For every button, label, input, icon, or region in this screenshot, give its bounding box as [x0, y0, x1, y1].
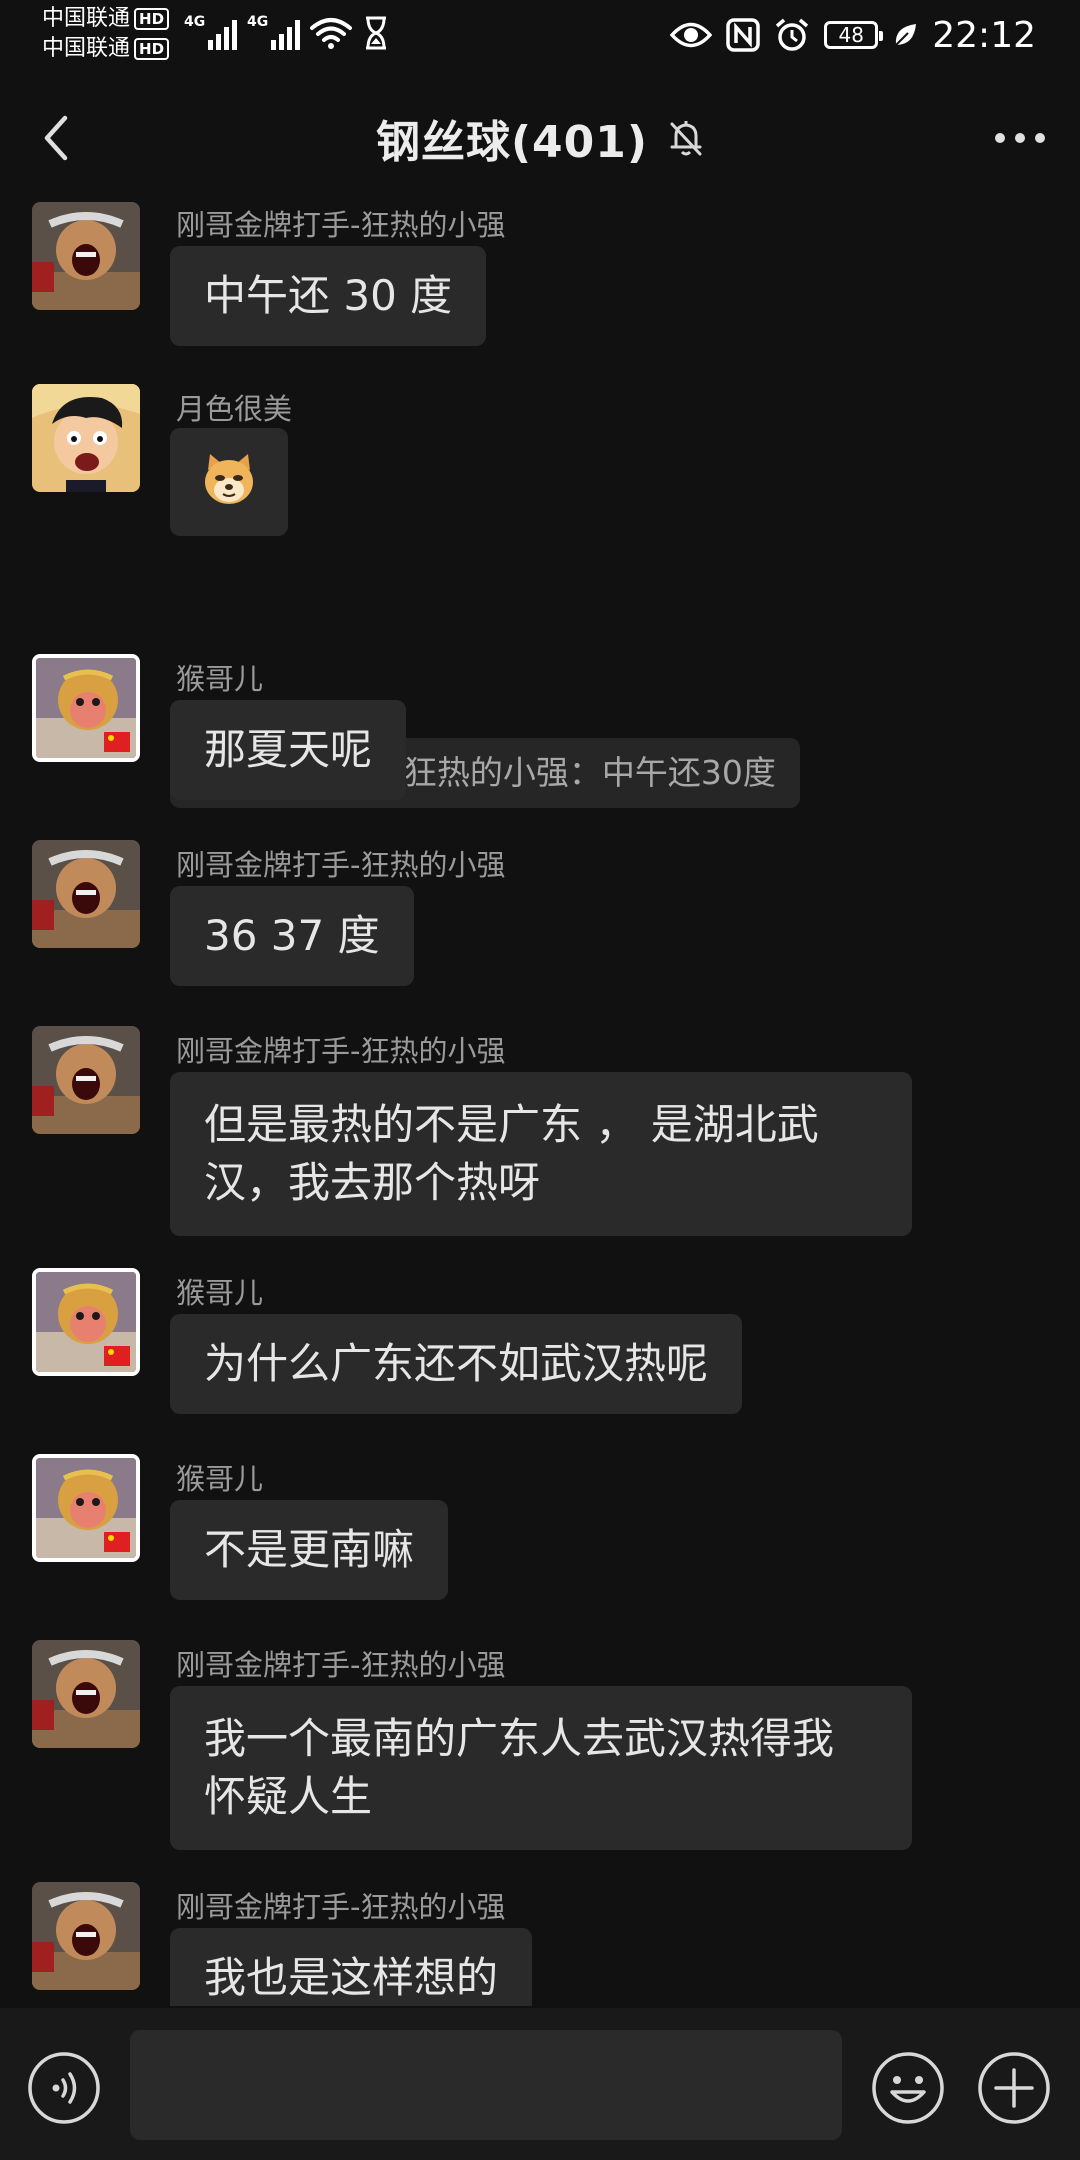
- sender-name: 猴哥儿: [176, 1462, 264, 1496]
- carrier-info: 中国联通 HD 中国联通 HD: [42, 4, 170, 64]
- message-bubble[interactable]: 36 37 度: [170, 886, 414, 986]
- carrier-2-label: 中国联通: [42, 36, 131, 61]
- network-2-label: 4G: [247, 14, 269, 30]
- hourglass-icon: [366, 16, 386, 50]
- message-text: 中午还 30 度: [204, 271, 453, 320]
- message-text-line: 我一个最南的广东人去武汉热得我: [204, 1714, 835, 1763]
- sender-name: 猴哥儿: [176, 662, 264, 696]
- voice-button[interactable]: [26, 2050, 102, 2126]
- signal-1-icon: 4G: [184, 14, 237, 50]
- message-bubble[interactable]: [170, 428, 288, 536]
- network-1-label: 4G: [184, 14, 206, 30]
- status-bar: 中国联通 HD 中国联通 HD 4G 4G 48 22:12: [0, 0, 1080, 64]
- message-text: 36 37 度: [204, 911, 380, 960]
- more-options-button[interactable]: [988, 106, 1052, 170]
- more-dots-icon: [995, 133, 1045, 143]
- message-text: 我也是这样想的: [204, 1953, 499, 2002]
- signal-indicators: 4G 4G: [184, 14, 390, 50]
- muscle-man-avatar[interactable]: [32, 1640, 140, 1748]
- more-functions-button[interactable]: [976, 2050, 1052, 2126]
- chat-title: 钢丝球(401): [375, 117, 649, 168]
- message-bubble[interactable]: 那夏天呢: [170, 700, 407, 800]
- muscle-man-avatar[interactable]: [32, 840, 140, 948]
- message-bubble[interactable]: 不是更南嘛: [170, 1500, 449, 1600]
- mute-bell-icon: [670, 121, 702, 156]
- signal-2-icon: 4G: [247, 14, 300, 50]
- muscle-man-avatar[interactable]: [32, 1026, 140, 1134]
- eye-icon: [670, 22, 713, 48]
- message-text-line: 但是最热的不是广东 ， 是湖北武: [204, 1100, 819, 1149]
- sender-name: 刚哥金牌打手-狂热的小强: [176, 1034, 506, 1068]
- message-bubble[interactable]: 为什么广东还不如武汉热呢: [170, 1314, 743, 1414]
- sender-name: 刚哥金牌打手-狂热的小强: [176, 848, 506, 882]
- emoji-button[interactable]: [870, 2050, 946, 2126]
- monkey-king-avatar[interactable]: [32, 1268, 140, 1376]
- luffy-avatar[interactable]: [32, 384, 140, 492]
- message-text-line: 怀疑人生: [204, 1772, 373, 1821]
- muscle-man-avatar[interactable]: [32, 1882, 140, 1990]
- wifi-icon: [310, 18, 352, 49]
- title-wrap: 钢丝球(401): [0, 96, 1080, 180]
- title-bar: 钢丝球(401): [0, 96, 1080, 180]
- message-text-line: 汉，我去那个热呀: [204, 1158, 541, 1207]
- sender-name: 月色很美: [176, 392, 293, 426]
- nfc-icon: [726, 18, 760, 52]
- voice-icon: [28, 2052, 100, 2124]
- sender-name: 猴哥儿: [176, 1276, 264, 1310]
- message-bubble[interactable]: 我一个最南的广东人去武汉热得我 怀疑人生: [170, 1686, 912, 1850]
- message-text: 为什么广东还不如武汉热呢: [204, 1339, 709, 1388]
- doge-emoji: [205, 454, 253, 504]
- message-text: 不是更南嘛: [204, 1525, 415, 1574]
- leaf-icon: [895, 24, 917, 46]
- sender-name: 刚哥金牌打手-狂热的小强: [176, 208, 506, 242]
- status-right-group: 48 22:12: [670, 10, 1036, 60]
- monkey-king-avatar[interactable]: [32, 654, 140, 762]
- emoji-face-icon: [872, 2052, 944, 2124]
- muscle-man-avatar[interactable]: [32, 202, 140, 310]
- monkey-king-avatar[interactable]: [32, 1454, 140, 1562]
- chat-screen: 中国联通 HD 中国联通 HD 4G 4G 48 22:12 钢丝球(401) …: [0, 0, 1080, 2160]
- message-bubble[interactable]: 我也是这样想的: [170, 1928, 533, 2006]
- battery-icon: 48: [824, 21, 884, 49]
- alarm-icon: [776, 18, 809, 51]
- carrier-1-label: 中国联通: [42, 6, 131, 31]
- status-time: 22:12: [932, 14, 1036, 56]
- message-text: 那夏天呢: [204, 725, 373, 774]
- sender-name: 刚哥金牌打手-狂热的小强: [176, 1890, 506, 1924]
- hd-badge: HD: [134, 8, 170, 30]
- input-bar: [0, 2008, 1080, 2160]
- plus-icon: [978, 2052, 1050, 2124]
- sender-name: 刚哥金牌打手-狂热的小强: [176, 1648, 506, 1682]
- message-list[interactable]: 刚哥金牌打手-狂热的小强 中午还 30 度 月色很美 刚哥金牌打手-狂热的小强：…: [0, 196, 1080, 2006]
- message-input[interactable]: [130, 2030, 842, 2140]
- message-bubble[interactable]: 中午还 30 度: [170, 246, 487, 346]
- message-bubble[interactable]: 但是最热的不是广东 ， 是湖北武 汉，我去那个热呀: [170, 1072, 912, 1236]
- hd-badge: HD: [134, 38, 170, 60]
